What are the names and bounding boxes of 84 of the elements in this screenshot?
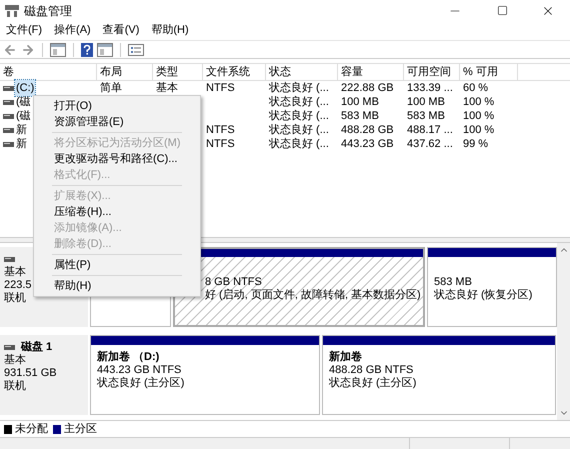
disk-size: 223.5 — [4, 279, 32, 292]
table-cell-text: NTFS — [206, 122, 235, 138]
partition-status: 好 (启动, 页面文件, 故障转储, 基本数据分区) — [205, 289, 421, 302]
table-cell-text: 60 % — [463, 80, 488, 96]
menu-item[interactable]: 操作(A) — [48, 22, 97, 39]
partition[interactable]: 新加卷 （D:) 443.23 GB NTFS 状态良好 (主分区) — [90, 335, 320, 415]
drive-icon — [3, 128, 14, 132]
menu-item[interactable]: 帮助(H) — [145, 22, 195, 39]
context-menu-item[interactable]: 资源管理器(E) — [34, 114, 200, 130]
legend-label: 主分区 — [64, 422, 97, 437]
drive-icon — [3, 142, 14, 146]
table-cell-text: 99 % — [463, 136, 488, 152]
panel-icon[interactable] — [97, 42, 113, 56]
table-cell-text: 状态良好 (... — [269, 136, 329, 152]
table-cell-text: 133.39 ... — [407, 80, 453, 96]
column-header[interactable]: 文件系统 — [203, 64, 266, 80]
partition-name: 新加卷 （D:) — [97, 351, 160, 364]
volume-name[interactable]: 新 — [15, 122, 28, 138]
partition-size: 443.23 GB NTFS — [97, 364, 182, 376]
table-cell-text: 100 % — [463, 122, 494, 138]
column-header[interactable]: 状态 — [266, 64, 338, 80]
help-icon[interactable] — [81, 42, 93, 56]
disk-management-icon — [5, 4, 19, 16]
partition[interactable]: 8 GB NTFS 好 (启动, 页面文件, 故障转储, 基本数据分区) — [173, 247, 425, 327]
drive-icon — [3, 86, 14, 90]
column-header[interactable]: 可用空间 — [404, 64, 460, 80]
table-cell-text: NTFS — [206, 80, 235, 96]
column-header[interactable]: 类型 — [153, 64, 203, 80]
partition-status: 状态良好 (主分区) — [97, 377, 184, 390]
partition-name: 新加卷 — [329, 351, 362, 364]
disk-size: 931.51 GB — [4, 367, 57, 380]
table-cell-text: 488.17 ... — [407, 122, 453, 138]
table-cell-text: 100 % — [463, 108, 494, 124]
disk-type: 基本 — [4, 266, 26, 279]
volume-name[interactable]: 新 — [15, 136, 28, 152]
table-cell-text: 100 MB — [407, 94, 445, 110]
table-cell-text: 437.62 ... — [407, 136, 453, 152]
table-cell-text: 583 MB — [407, 108, 445, 124]
scrollbar[interactable] — [557, 243, 570, 420]
forward-arrow-icon[interactable] — [21, 42, 35, 56]
table-cell-text: 基本 — [156, 80, 178, 96]
volume-name[interactable]: (磁 — [15, 94, 32, 110]
volume-name[interactable]: (C:) — [15, 80, 36, 96]
maximize-icon[interactable] — [497, 4, 508, 16]
drive-icon — [4, 257, 15, 262]
drive-icon — [3, 100, 14, 104]
context-menu-item[interactable]: 压缩卷(H)... — [34, 204, 200, 220]
table-cell-text: 100 MB — [341, 94, 379, 110]
disk-state: 联机 — [4, 292, 26, 305]
partition-size: 8 GB NTFS — [205, 276, 262, 288]
table-cell-text: 583 MB — [341, 108, 379, 124]
partition-size: 488.28 GB NTFS — [329, 364, 414, 376]
table-cell-text: 状态良好 (... — [269, 122, 329, 138]
partition-status: 状态良好 (主分区) — [329, 377, 416, 390]
table-cell-text: 状态良好 (... — [269, 94, 329, 110]
column-header[interactable]: 布局 — [97, 64, 153, 80]
panel-icon[interactable] — [50, 42, 66, 56]
table-cell-text: 状态良好 (... — [269, 108, 329, 124]
legend-label: 未分配 — [15, 422, 48, 437]
table-cell-text: 简单 — [100, 80, 122, 96]
table-cell-text: NTFS — [206, 136, 235, 152]
partition-status: 状态良好 (恢复分区) — [434, 289, 532, 302]
drive-icon — [3, 114, 14, 118]
drive-icon — [4, 345, 15, 350]
partition-size: 583 MB — [434, 276, 472, 288]
disk-name: 磁盘 1 — [21, 341, 52, 354]
context-menu-item[interactable]: 打开(O) — [34, 98, 200, 114]
disk-state: 联机 — [4, 380, 26, 393]
disk-type: 基本 — [4, 354, 26, 367]
menu-item[interactable]: 文件(F) — [0, 22, 48, 39]
column-header[interactable]: % 可用 — [460, 64, 518, 80]
volume-name[interactable]: (磁 — [15, 108, 32, 124]
column-header[interactable]: 容量 — [338, 64, 404, 80]
table-cell-text: 状态良好 (... — [269, 80, 329, 96]
table-cell-text: 100 % — [463, 94, 494, 110]
table-cell-text: 488.28 GB — [341, 122, 394, 138]
table-cell-text: 222.88 GB — [341, 80, 394, 96]
context-menu-item[interactable]: 更改驱动器号和路径(C)... — [34, 151, 200, 167]
menu-item[interactable]: 查看(V) — [96, 22, 146, 39]
table-cell-text: 443.23 GB — [341, 136, 394, 152]
window-title: 磁盘管理 — [24, 2, 72, 20]
partition[interactable]: 583 MB 状态良好 (恢复分区) — [427, 247, 557, 327]
list-icon[interactable] — [128, 44, 144, 56]
partition[interactable]: 新加卷 488.28 GB NTFS 状态良好 (主分区) — [322, 335, 556, 415]
